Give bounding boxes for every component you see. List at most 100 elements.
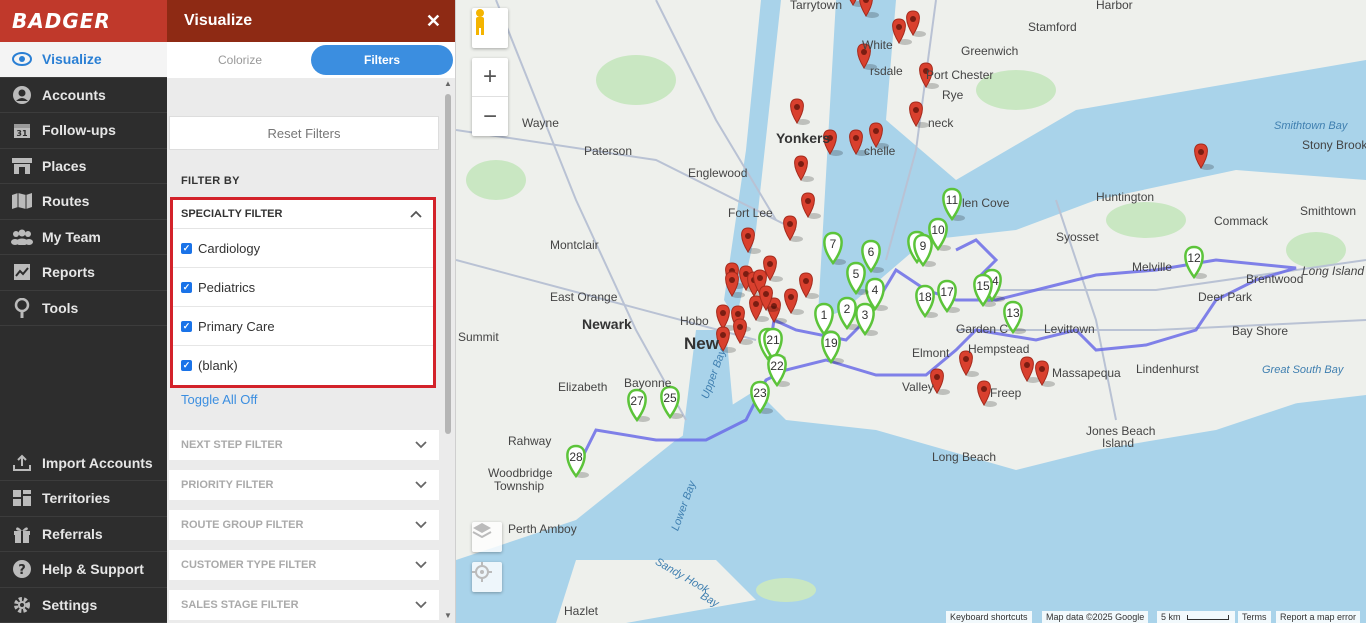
svg-text:31: 31 [16,129,28,138]
route-stop-number: 9 [920,239,927,253]
accordion-title: SALES STAGE FILTER [181,599,299,611]
checkbox-checked-icon[interactable]: ✓ [181,320,192,332]
tab-filters[interactable]: Filters [311,45,453,75]
gear-icon [10,595,34,615]
accordion-next-step-filter[interactable]: NEXT STEP FILTER [169,430,439,460]
route-stop-number: 6 [868,245,875,259]
nav-item-accounts[interactable]: Accounts [0,78,167,113]
marker-dot [923,68,929,74]
team-icon [10,227,34,247]
marker-dot [794,104,800,110]
specialty-filter-title: SPECIALTY FILTER [181,208,283,220]
option-label: (blank) [198,358,238,373]
nav-item-territories[interactable]: Territories [0,481,167,517]
route-stop-number: 4 [872,283,879,297]
scroll-up-icon[interactable]: ▲ [444,80,452,88]
panel-scrollbar[interactable]: ▲ ▼ [443,80,453,620]
marker-dot [729,277,735,283]
nav-item-settings[interactable]: Settings [0,588,167,623]
nav-item-routes[interactable]: Routes [0,184,167,220]
nav-item-label: Settings [42,596,98,613]
marker-dot [757,275,763,281]
option-label: Primary Care [198,318,275,334]
route-stop-number: 5 [853,267,860,281]
specialty-option-primary-care[interactable]: ✓ Primary Care [173,307,433,346]
chevron-down-icon [415,561,427,569]
storefront-icon [10,156,34,176]
accordion-customer-type-filter[interactable]: CUSTOMER TYPE FILTER [169,550,439,580]
map-view[interactable]: 12345679101112131415171819212223252728 T… [456,0,1366,623]
my-location-icon[interactable] [472,562,502,592]
accordion-sales-stage-filter[interactable]: SALES STAGE FILTER [169,590,439,620]
filter-by-heading: FILTER BY [181,175,240,187]
marker-dot [827,135,833,141]
street-view-pegman-icon[interactable] [472,8,508,48]
svg-text:?: ? [18,563,26,578]
marker-dot [981,386,987,392]
gift-icon [10,524,34,544]
marker-dot [798,161,804,167]
marker-dot [934,374,940,380]
nav-item-reports[interactable]: Reports [0,255,167,291]
calendar-icon: 31 [10,120,34,140]
specialty-option-pediatrics[interactable]: ✓ Pediatrics [173,268,433,307]
specialty-filter: SPECIALTY FILTER ✓ Cardiology ✓ Pediatrics… [170,197,436,388]
close-icon[interactable]: ✕ [426,11,441,32]
panel-header: Visualize ✕ [167,0,455,42]
map-canvas[interactable]: 12345679101112131415171819212223252728 [456,0,1366,623]
terms-link[interactable]: Terms [1238,611,1271,623]
layers-icon[interactable] [472,522,502,552]
zoom-out-button[interactable]: − [472,97,508,136]
marker-dot [853,135,859,141]
scroll-down-icon[interactable]: ▼ [444,612,452,620]
marker-dot [910,16,916,22]
marker-dot [763,291,769,297]
accordion-route-group-filter[interactable]: ROUTE GROUP FILTER [169,510,439,540]
accordion-title: CUSTOMER TYPE FILTER [181,559,317,571]
nav-item-tools[interactable]: Tools [0,291,167,326]
marker-dot [1198,149,1204,155]
map-data-attribution: Map data ©2025 Google [1042,611,1149,623]
marker-dot [803,278,809,284]
specialty-option-blank[interactable]: ✓ (blank) [173,346,433,385]
nav-item-referrals[interactable]: Referrals [0,517,167,552]
route-stop-number: 7 [830,237,837,251]
checkbox-checked-icon[interactable]: ✓ [181,281,192,293]
toggle-all-off-link[interactable]: Toggle All Off [181,392,257,407]
nav-item-label: Reports [42,264,95,281]
tab-colorize[interactable]: Colorize [169,45,311,75]
accordion-priority-filter[interactable]: PRIORITY FILTER [169,470,439,500]
nav-item-label: Accounts [42,86,106,103]
specialty-option-cardiology[interactable]: ✓ Cardiology [173,229,433,268]
checkbox-checked-icon[interactable]: ✓ [181,242,192,254]
eye-icon [10,49,34,69]
marker-dot [1039,366,1045,372]
marker-dot [737,324,743,330]
chevron-down-icon [415,521,427,529]
territories-icon [10,488,34,508]
badger-logo[interactable]: BADGER [0,0,167,42]
nav-item-places[interactable]: Places [0,149,167,184]
nav-item-my-team[interactable]: My Team [0,220,167,255]
keyboard-shortcuts-link[interactable]: Keyboard shortcuts [946,611,1032,623]
nav-item-follow-ups[interactable]: 31 Follow-ups [0,113,167,149]
marker-dot [753,301,759,307]
scrollbar-thumb[interactable] [445,94,451,434]
marker-dot [767,261,773,267]
report-map-error-link[interactable]: Report a map error [1276,611,1361,623]
route-stop-number: 1 [821,308,828,322]
chevron-down-icon [415,441,427,449]
marker-dot [1024,362,1030,368]
zoom-in-button[interactable]: + [472,58,508,97]
nav-item-help-support[interactable]: ? Help & Support [0,552,167,588]
route-stop-number: 28 [569,450,583,464]
nav-item-label: Visualize [42,51,102,68]
nav-item-import-accounts[interactable]: Import Accounts [0,446,167,481]
reset-filters-button[interactable]: Reset Filters [169,116,439,150]
checkbox-checked-icon[interactable]: ✓ [181,360,192,371]
nav-item-visualize[interactable]: Visualize [0,42,167,78]
map-scale[interactable]: 5 km [1157,611,1235,623]
option-label: Cardiology [198,240,261,256]
specialty-filter-header[interactable]: SPECIALTY FILTER [173,200,433,229]
chevron-down-icon [415,481,427,489]
